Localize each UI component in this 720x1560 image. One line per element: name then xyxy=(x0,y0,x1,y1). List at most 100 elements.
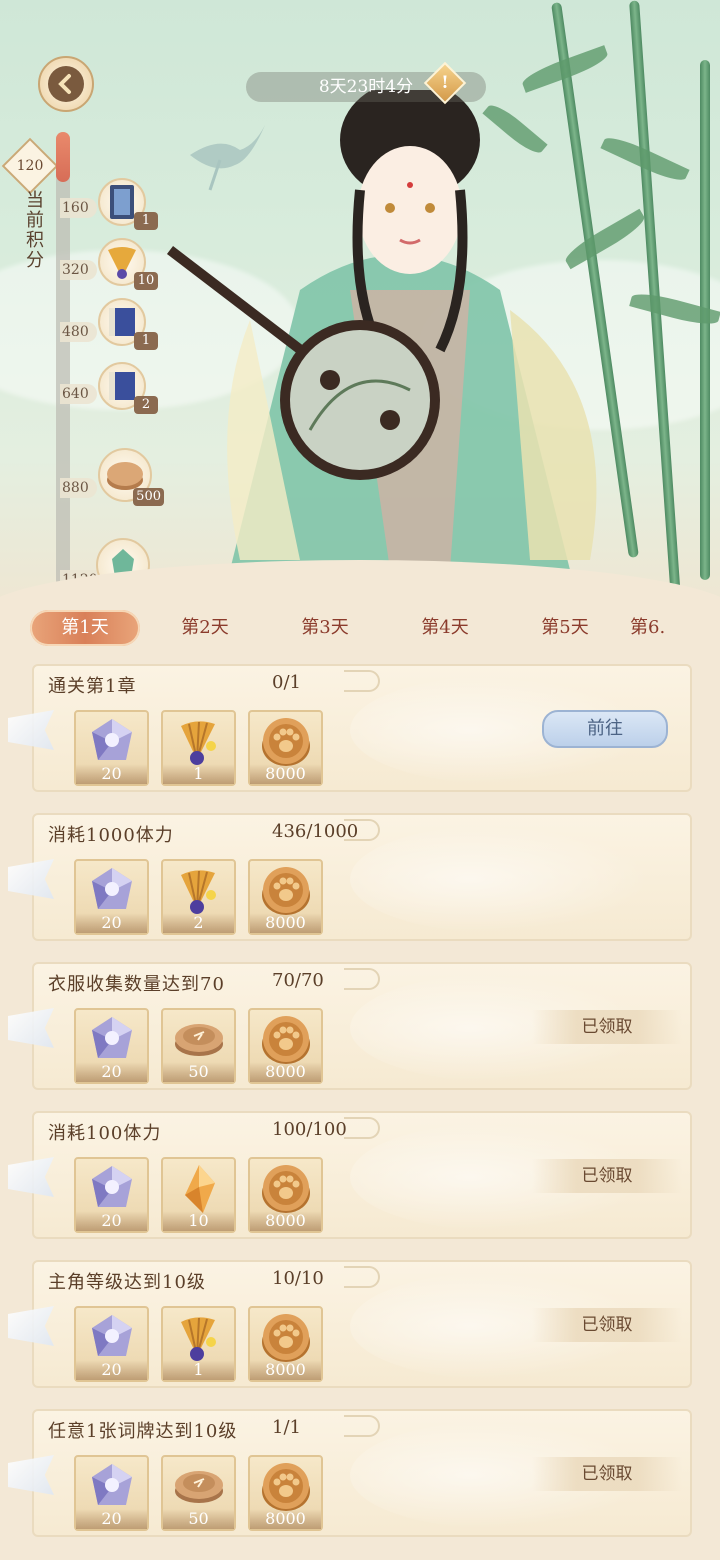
ribbon-decoration xyxy=(8,1157,54,1197)
reward-count: 20 xyxy=(76,913,147,933)
reward-list: 20 10 8000 xyxy=(74,1157,323,1233)
reward-item[interactable]: 20 xyxy=(74,710,149,786)
reward-item[interactable]: 20 xyxy=(74,1455,149,1531)
reward-item[interactable]: 50 xyxy=(161,1008,236,1084)
fan-icon xyxy=(177,1308,221,1366)
reward-item[interactable]: 1 xyxy=(161,710,236,786)
reward-list: 20 2 8000 xyxy=(74,859,323,935)
crystal-icon xyxy=(86,1159,138,1217)
score-progress-fill xyxy=(56,132,70,183)
tab-day-4[interactable]: 第4天 xyxy=(390,610,500,646)
paw-coin-icon xyxy=(259,712,313,772)
gem-shard-icon xyxy=(179,1159,219,1219)
task-title: 衣服收集数量达到70 xyxy=(48,974,225,995)
task-title: 通关第1章 xyxy=(48,676,137,697)
reward-list: 20 1 8000 xyxy=(74,1306,323,1382)
crystal-icon xyxy=(86,1457,138,1515)
tab-day-6[interactable]: 第6. xyxy=(630,610,700,646)
character-illustration xyxy=(166,90,597,570)
reward-item[interactable]: 8000 xyxy=(248,859,323,935)
reward-item[interactable]: 20 xyxy=(74,1008,149,1084)
paw-coin-icon xyxy=(259,1159,313,1219)
ribbon-decoration xyxy=(8,1008,54,1048)
tab-day-5[interactable]: 第5天 xyxy=(510,610,620,646)
reward-count: 8000 xyxy=(250,1211,321,1231)
card-icon xyxy=(110,185,134,219)
fan-icon xyxy=(177,712,221,770)
task-title: 消耗1000体力 xyxy=(48,825,174,846)
reward-list: 20 50 8000 xyxy=(74,1455,323,1531)
day-tabs: 第1天 第2天 第3天 第4天 第5天 第6. xyxy=(0,604,720,652)
reward-count: 8000 xyxy=(250,1509,321,1529)
task-progress: 1/1 xyxy=(272,1417,301,1438)
milestone-reward[interactable]: 1 xyxy=(98,178,158,230)
reward-list: 20 1 8000 xyxy=(74,710,323,786)
tab-day-1[interactable]: 第1天 xyxy=(30,610,140,646)
claimed-status: 已领取 xyxy=(532,1010,682,1044)
reward-item[interactable]: 8000 xyxy=(248,1008,323,1084)
reward-count: 50 xyxy=(163,1062,234,1082)
crystal-icon xyxy=(86,712,138,770)
reward-count: 2 xyxy=(163,913,234,933)
swirl-decoration xyxy=(350,825,650,933)
task-title: 任意1张词牌达到10级 xyxy=(48,1421,238,1442)
hero-banner: 8天23时4分 ! 120 当前积分 160 1 320 10 480 1 64… xyxy=(0,0,720,610)
reward-count: 20 xyxy=(76,764,147,784)
tab-day-3[interactable]: 第3天 xyxy=(270,610,380,646)
curl-decoration xyxy=(344,1415,380,1437)
reward-item[interactable]: 1 xyxy=(161,1306,236,1382)
task-progress: 0/1 xyxy=(272,672,301,693)
task-card: 通关第1章 0/1 20 1 8000 前往 xyxy=(8,664,692,792)
task-card: 主角等级达到10级 10/10 20 1 8000 已领取 xyxy=(8,1260,692,1388)
reward-item[interactable]: 2 xyxy=(161,859,236,935)
reward-item[interactable]: 20 xyxy=(74,1306,149,1382)
reward-item[interactable]: 50 xyxy=(161,1455,236,1531)
curl-decoration xyxy=(344,670,380,692)
reward-item[interactable]: 8000 xyxy=(248,1157,323,1233)
ribbon-decoration xyxy=(8,1306,54,1346)
crystal-icon xyxy=(86,861,138,919)
curl-decoration xyxy=(344,1117,380,1139)
reward-count: 20 xyxy=(76,1509,147,1529)
curl-decoration xyxy=(344,819,380,841)
task-card: 衣服收集数量达到70 70/70 20 50 8000 已领取 xyxy=(8,962,692,1090)
milestone-reward[interactable]: 2 xyxy=(98,362,158,414)
reward-count: 10 xyxy=(163,1211,234,1231)
reward-count: 8000 xyxy=(250,1360,321,1380)
task-title: 消耗100体力 xyxy=(48,1123,162,1144)
milestone-reward[interactable]: 10 xyxy=(98,238,158,290)
reward-count: 50 xyxy=(163,1509,234,1529)
reward-count: 20 xyxy=(76,1211,147,1231)
milestone-points: 160 xyxy=(60,198,97,218)
back-button[interactable] xyxy=(38,56,94,112)
reward-item[interactable]: 8000 xyxy=(248,1306,323,1382)
reward-item[interactable]: 8000 xyxy=(248,1455,323,1531)
reward-count: 1 xyxy=(163,1360,234,1380)
crystal-icon xyxy=(86,1010,138,1068)
go-button[interactable]: 前往 xyxy=(542,710,668,748)
claimed-status: 已领取 xyxy=(532,1457,682,1491)
reward-item[interactable]: 20 xyxy=(74,859,149,935)
ribbon-decoration xyxy=(8,710,54,750)
reward-item[interactable]: 10 xyxy=(161,1157,236,1233)
task-progress: 100/100 xyxy=(272,1119,347,1140)
curl-decoration xyxy=(344,1266,380,1288)
reward-count: 20 xyxy=(76,1360,147,1380)
fan-icon xyxy=(177,861,221,919)
milestone-points: 480 xyxy=(60,322,97,342)
task-card: 消耗1000体力 436/1000 20 2 8000 xyxy=(8,813,692,941)
reward-item[interactable]: 8000 xyxy=(248,710,323,786)
current-score-badge: 120 xyxy=(1,137,59,195)
claimed-status: 已领取 xyxy=(532,1159,682,1193)
tab-day-2[interactable]: 第2天 xyxy=(150,610,260,646)
reward-item[interactable]: 20 xyxy=(74,1157,149,1233)
milestone-points: 880 xyxy=(60,478,97,498)
reward-count: 1 xyxy=(163,764,234,784)
reward-count: 8000 xyxy=(250,1062,321,1082)
milestone-reward[interactable]: 500 xyxy=(98,448,164,506)
task-progress: 70/70 xyxy=(272,970,324,991)
reward-count: 20 xyxy=(76,1062,147,1082)
milestone-points: 640 xyxy=(60,384,97,404)
copper-coin-icon xyxy=(107,462,143,490)
milestone-reward[interactable]: 1 xyxy=(98,298,158,350)
